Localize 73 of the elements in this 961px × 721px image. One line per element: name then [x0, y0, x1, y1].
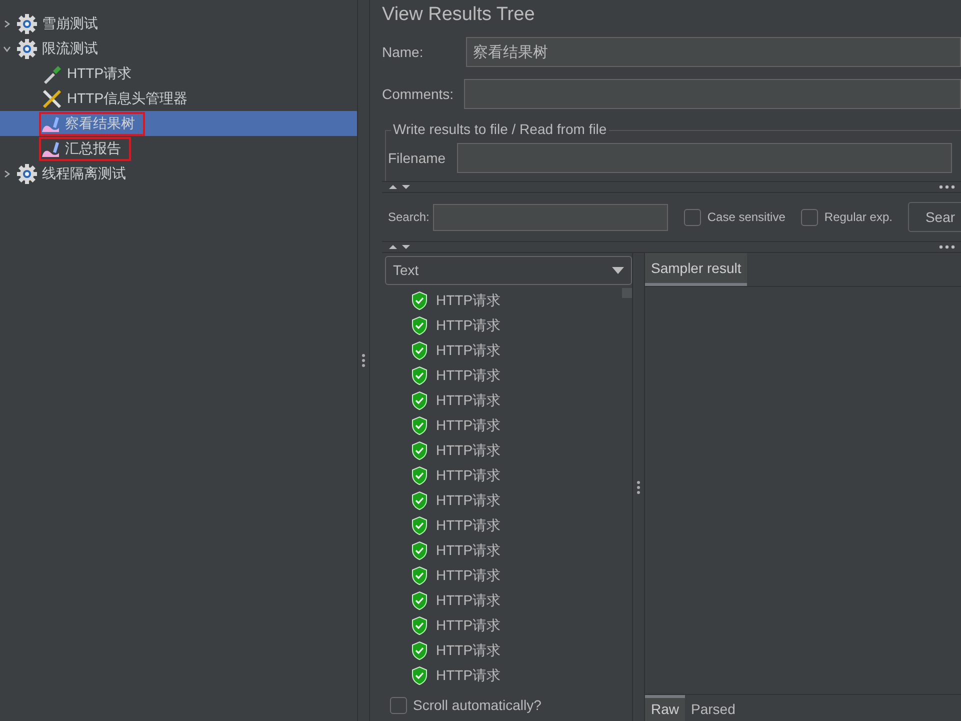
search-field[interactable]	[433, 204, 668, 230]
result-item[interactable]: HTTP请求	[411, 588, 501, 613]
checkbox-label: Case sensitive	[707, 209, 786, 226]
result-item[interactable]: HTTP请求	[411, 313, 501, 338]
success-shield-icon	[411, 491, 428, 510]
result-item[interactable]: HTTP请求	[411, 288, 501, 313]
result-item[interactable]: HTTP请求	[411, 513, 501, 538]
checkbox[interactable]	[684, 208, 702, 226]
success-shield-icon	[411, 291, 428, 310]
checkbox[interactable]	[390, 696, 407, 714]
result-item[interactable]: HTTP请求	[411, 463, 501, 488]
search-label: Search:	[388, 209, 430, 226]
result-item[interactable]: HTTP请求	[411, 338, 501, 363]
search-button[interactable]: Sear	[908, 202, 961, 232]
more-icon[interactable]	[939, 185, 955, 189]
success-shield-icon	[411, 416, 428, 435]
gear-icon	[16, 38, 38, 60]
success-shield-icon	[411, 316, 428, 335]
checkbox-label: Scroll automatically?	[413, 696, 542, 715]
result-item[interactable]: HTTP请求	[411, 363, 501, 388]
name-field[interactable]: 察看结果树	[466, 37, 961, 67]
splitter[interactable]	[632, 253, 645, 721]
result-item[interactable]: HTTP请求	[411, 663, 501, 688]
scrollbar-thumb[interactable]	[622, 288, 632, 298]
result-item[interactable]: HTTP请求	[411, 563, 501, 588]
result-item[interactable]: HTTP请求	[411, 488, 501, 513]
success-shield-icon	[411, 341, 428, 360]
checkbox-label: Regular exp.	[824, 209, 892, 226]
success-shield-icon	[411, 566, 428, 585]
highlight-frame[interactable]: 汇总报告	[39, 136, 131, 160]
success-shield-icon	[411, 441, 428, 460]
view-tab[interactable]: Raw	[645, 695, 686, 721]
panel-title: View Results Tree	[382, 2, 536, 27]
filename-field[interactable]	[457, 143, 952, 173]
checkbox[interactable]	[801, 208, 818, 226]
split-arrows-icon[interactable]	[388, 184, 412, 190]
tree-node[interactable]: HTTP信息头管理器	[39, 86, 198, 110]
result-item[interactable]: HTTP请求	[411, 638, 501, 663]
highlight-frame[interactable]: 察看结果树	[39, 112, 145, 136]
success-shield-icon	[411, 516, 428, 535]
chart-icon	[41, 114, 61, 132]
split-arrows-icon[interactable]	[388, 244, 412, 250]
renderer-dropdown[interactable]: Text	[385, 256, 632, 285]
result-tab[interactable]: Sampler result	[645, 253, 748, 286]
field-label: Comments:	[382, 84, 455, 104]
field-label: Filename	[388, 148, 447, 168]
more-icon[interactable]	[939, 245, 955, 249]
tree-node[interactable]: HTTP请求	[39, 62, 142, 86]
success-shield-icon	[411, 366, 428, 385]
success-shield-icon	[411, 666, 428, 685]
tree-node[interactable]: 雪崩测试	[14, 12, 108, 36]
view-tab[interactable]: Parsed	[685, 695, 742, 721]
result-item[interactable]: HTTP请求	[411, 413, 501, 438]
success-shield-icon	[411, 616, 428, 635]
tree-node[interactable]: 线程隔离测试	[14, 162, 136, 186]
dropdown-arrow-icon	[612, 267, 624, 274]
tree-node[interactable]: 限流测试	[14, 36, 108, 60]
result-item[interactable]: HTTP请求	[411, 388, 501, 413]
gear-icon	[16, 162, 38, 184]
success-shield-icon	[411, 591, 428, 610]
gear-icon	[16, 12, 38, 34]
result-item[interactable]: HTTP请求	[411, 438, 501, 463]
result-item[interactable]: HTTP请求	[411, 613, 501, 638]
chart-icon	[41, 140, 61, 158]
tools-icon	[41, 88, 63, 110]
field-label: Name:	[382, 42, 424, 62]
splitter[interactable]	[357, 0, 370, 721]
comments-field[interactable]	[464, 79, 961, 109]
success-shield-icon	[411, 541, 428, 560]
success-shield-icon	[411, 466, 428, 485]
success-shield-icon	[411, 641, 428, 660]
success-shield-icon	[411, 391, 428, 410]
result-item[interactable]: HTTP请求	[411, 538, 501, 563]
